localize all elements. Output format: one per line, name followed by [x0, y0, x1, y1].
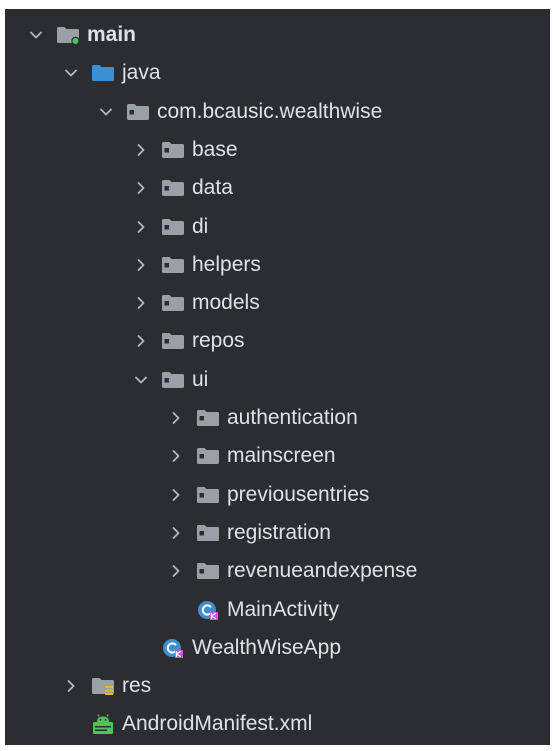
chevron-right-icon[interactable]: [165, 484, 187, 506]
tree-row-label: base: [192, 137, 238, 161]
package-folder-icon: [160, 330, 186, 352]
tree-row-label: com.bcausic.wealthwise: [157, 99, 383, 123]
module-folder-icon: [55, 24, 81, 46]
source-folder-icon: [90, 62, 116, 84]
chevron-down-icon[interactable]: [60, 62, 82, 84]
tree-row-label: mainscreen: [227, 444, 336, 468]
tree-row-previousentries[interactable]: previousentries: [5, 478, 550, 512]
tree-row-label: previousentries: [227, 482, 370, 506]
tree-row-label: di: [192, 214, 209, 238]
tree-row-revenueandexpense[interactable]: revenueandexpense: [5, 554, 550, 588]
tree-row-wealthwiseapp[interactable]: WealthWiseApp: [5, 631, 550, 665]
package-folder-icon: [160, 177, 186, 199]
package-folder-icon: [195, 560, 221, 582]
resources-folder-icon: [90, 675, 116, 697]
chevron-right-icon[interactable]: [60, 675, 82, 697]
chevron-right-icon[interactable]: [130, 254, 152, 276]
package-folder-icon: [125, 101, 151, 123]
tree-row-base[interactable]: base: [5, 133, 550, 167]
tree-row-registration[interactable]: registration: [5, 516, 550, 550]
package-folder-icon: [195, 522, 221, 544]
project-tree-panel: main java com.bcausic.wealthwise base data di…: [5, 9, 550, 745]
package-folder-icon: [160, 369, 186, 391]
package-folder-icon: [160, 139, 186, 161]
tree-row-mainactivity[interactable]: MainActivity: [5, 593, 550, 627]
tree-row-models[interactable]: models: [5, 286, 550, 320]
chevron-down-icon[interactable]: [95, 101, 117, 123]
kotlin-class-icon: [160, 637, 186, 659]
tree-row-com-bcausic-wealthwise[interactable]: com.bcausic.wealthwise: [5, 95, 550, 129]
chevron-right-icon[interactable]: [165, 560, 187, 582]
tree-row-authentication[interactable]: authentication: [5, 401, 550, 435]
tree-row-ui[interactable]: ui: [5, 363, 550, 397]
chevron-right-icon[interactable]: [130, 292, 152, 314]
chevron-down-icon[interactable]: [130, 369, 152, 391]
package-folder-icon: [160, 216, 186, 238]
tree-row-label: main: [87, 23, 137, 46]
tree-row-label: MainActivity: [227, 597, 340, 621]
tree-row-label: data: [192, 176, 233, 200]
tree-row-label: registration: [227, 520, 331, 544]
tree-row-repos[interactable]: repos: [5, 324, 550, 358]
package-folder-icon: [195, 484, 221, 506]
chevron-right-icon[interactable]: [165, 407, 187, 429]
package-folder-icon: [195, 445, 221, 467]
chevron-right-icon[interactable]: [130, 216, 152, 238]
tree-row-label: WealthWiseApp: [192, 635, 342, 659]
tree-row-mainscreen[interactable]: mainscreen: [5, 439, 550, 473]
tree-row-label: java: [122, 61, 161, 85]
tree-row-androidmanifest-xml[interactable]: AndroidManifest.xml: [5, 707, 550, 741]
tree-row-label: helpers: [192, 252, 261, 276]
kotlin-class-icon: [195, 599, 221, 621]
tree-row-res[interactable]: res: [5, 669, 550, 703]
tree-row-label: revenueandexpense: [227, 559, 418, 583]
chevron-down-icon[interactable]: [25, 24, 47, 46]
tree-row-data[interactable]: data: [5, 171, 550, 205]
tree-row-label: authentication: [227, 406, 358, 429]
package-folder-icon: [160, 292, 186, 314]
tree-row-label: res: [122, 674, 152, 698]
chevron-right-icon[interactable]: [165, 522, 187, 544]
tree-row-helpers[interactable]: helpers: [5, 248, 550, 282]
tree-row-label: models: [192, 291, 260, 315]
chevron-right-icon[interactable]: [130, 139, 152, 161]
tree-row-label: AndroidManifest.xml: [122, 712, 313, 736]
package-folder-icon: [195, 407, 221, 429]
tree-row-di[interactable]: di: [5, 210, 550, 244]
android-manifest-icon: [90, 713, 116, 735]
chevron-right-icon[interactable]: [130, 177, 152, 199]
tree-row-label: repos: [192, 329, 245, 353]
tree-row-main[interactable]: main: [5, 18, 550, 52]
tree-row-label: ui: [192, 367, 209, 391]
chevron-right-icon[interactable]: [130, 330, 152, 352]
tree-row-java[interactable]: java: [5, 56, 550, 90]
package-folder-icon: [160, 254, 186, 276]
chevron-right-icon[interactable]: [165, 445, 187, 467]
